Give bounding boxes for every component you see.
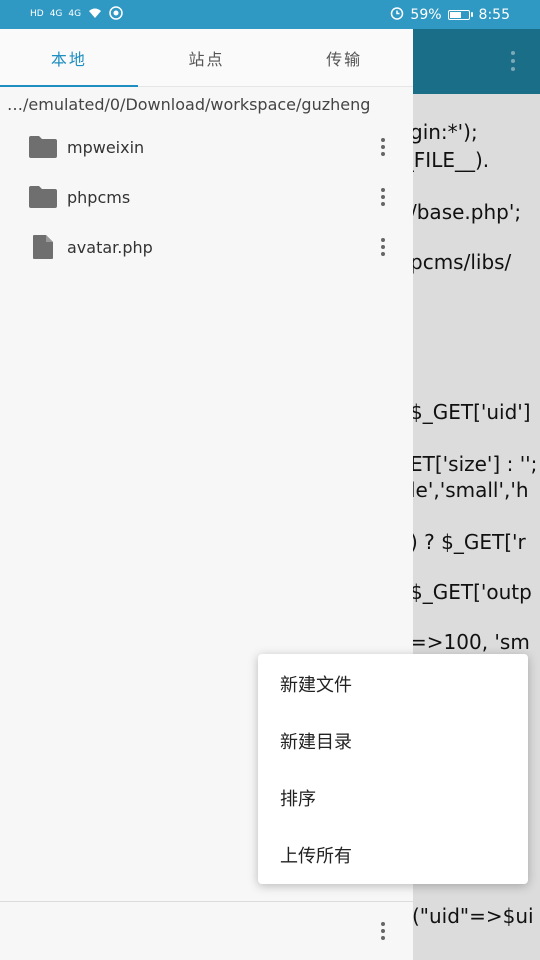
wifi-icon	[87, 7, 103, 23]
menu-item-sort[interactable]: 排序	[258, 769, 528, 826]
file-name: avatar.php	[67, 237, 153, 257]
code-line: /base.php';	[410, 200, 522, 224]
battery-percent: 59%	[410, 6, 442, 23]
code-line: gin:*');	[410, 120, 478, 144]
hd-icon: HD	[30, 9, 44, 19]
file-name: phpcms	[67, 187, 131, 207]
more-options-icon[interactable]	[380, 238, 386, 256]
folder-icon	[23, 184, 63, 210]
drawer-bottom-bar	[0, 901, 413, 960]
notification-icon	[109, 5, 123, 24]
signal-icon: 4G	[49, 9, 63, 19]
status-bar: HD 4G 4G 59% 8:55	[0, 0, 540, 29]
context-menu: 新建文件 新建目录 排序 上传所有	[258, 654, 528, 884]
more-options-icon[interactable]	[380, 922, 386, 940]
tab-transfer[interactable]: 传输	[275, 29, 413, 86]
list-item[interactable]: avatar.php	[0, 222, 413, 272]
list-item[interactable]: phpcms	[0, 172, 413, 222]
menu-item-upload-all[interactable]: 上传所有	[258, 826, 528, 883]
battery-icon	[447, 9, 473, 20]
signal-icon: 4G	[68, 9, 82, 19]
status-right: 59% 8:55	[390, 6, 510, 24]
code-line: ) ? $_GET['r	[410, 530, 526, 554]
code-line: ET['size'] : '';	[410, 452, 538, 476]
path-breadcrumb: …/emulated/0/Download/workspace/guzheng	[7, 95, 371, 114]
menu-item-new-folder[interactable]: 新建目录	[258, 712, 528, 769]
status-left: HD 4G 4G	[30, 5, 123, 24]
code-line: pcms/libs/	[410, 250, 512, 274]
code-line: $_GET['outp	[410, 580, 532, 604]
more-options-icon[interactable]	[510, 51, 516, 71]
more-options-icon[interactable]	[380, 188, 386, 206]
code-line: le','small','h	[410, 478, 529, 502]
tab-indicator	[0, 85, 138, 87]
file-name: mpweixin	[67, 137, 145, 157]
tab-bar: 本地 站点 传输	[0, 29, 413, 87]
clock: 8:55	[478, 6, 510, 23]
code-line: =>100, 'sm	[410, 630, 530, 654]
file-icon	[23, 234, 63, 260]
code-line: ("uid"=>$ui	[412, 904, 534, 928]
folder-icon	[23, 134, 63, 160]
list-item[interactable]: mpweixin	[0, 122, 413, 172]
code-line: $_GET['uid']	[410, 400, 531, 424]
menu-item-new-file[interactable]: 新建文件	[258, 655, 528, 712]
alarm-icon	[390, 6, 404, 24]
tab-sites[interactable]: 站点	[138, 29, 276, 86]
more-options-icon[interactable]	[380, 138, 386, 156]
tab-local[interactable]: 本地	[0, 29, 138, 86]
